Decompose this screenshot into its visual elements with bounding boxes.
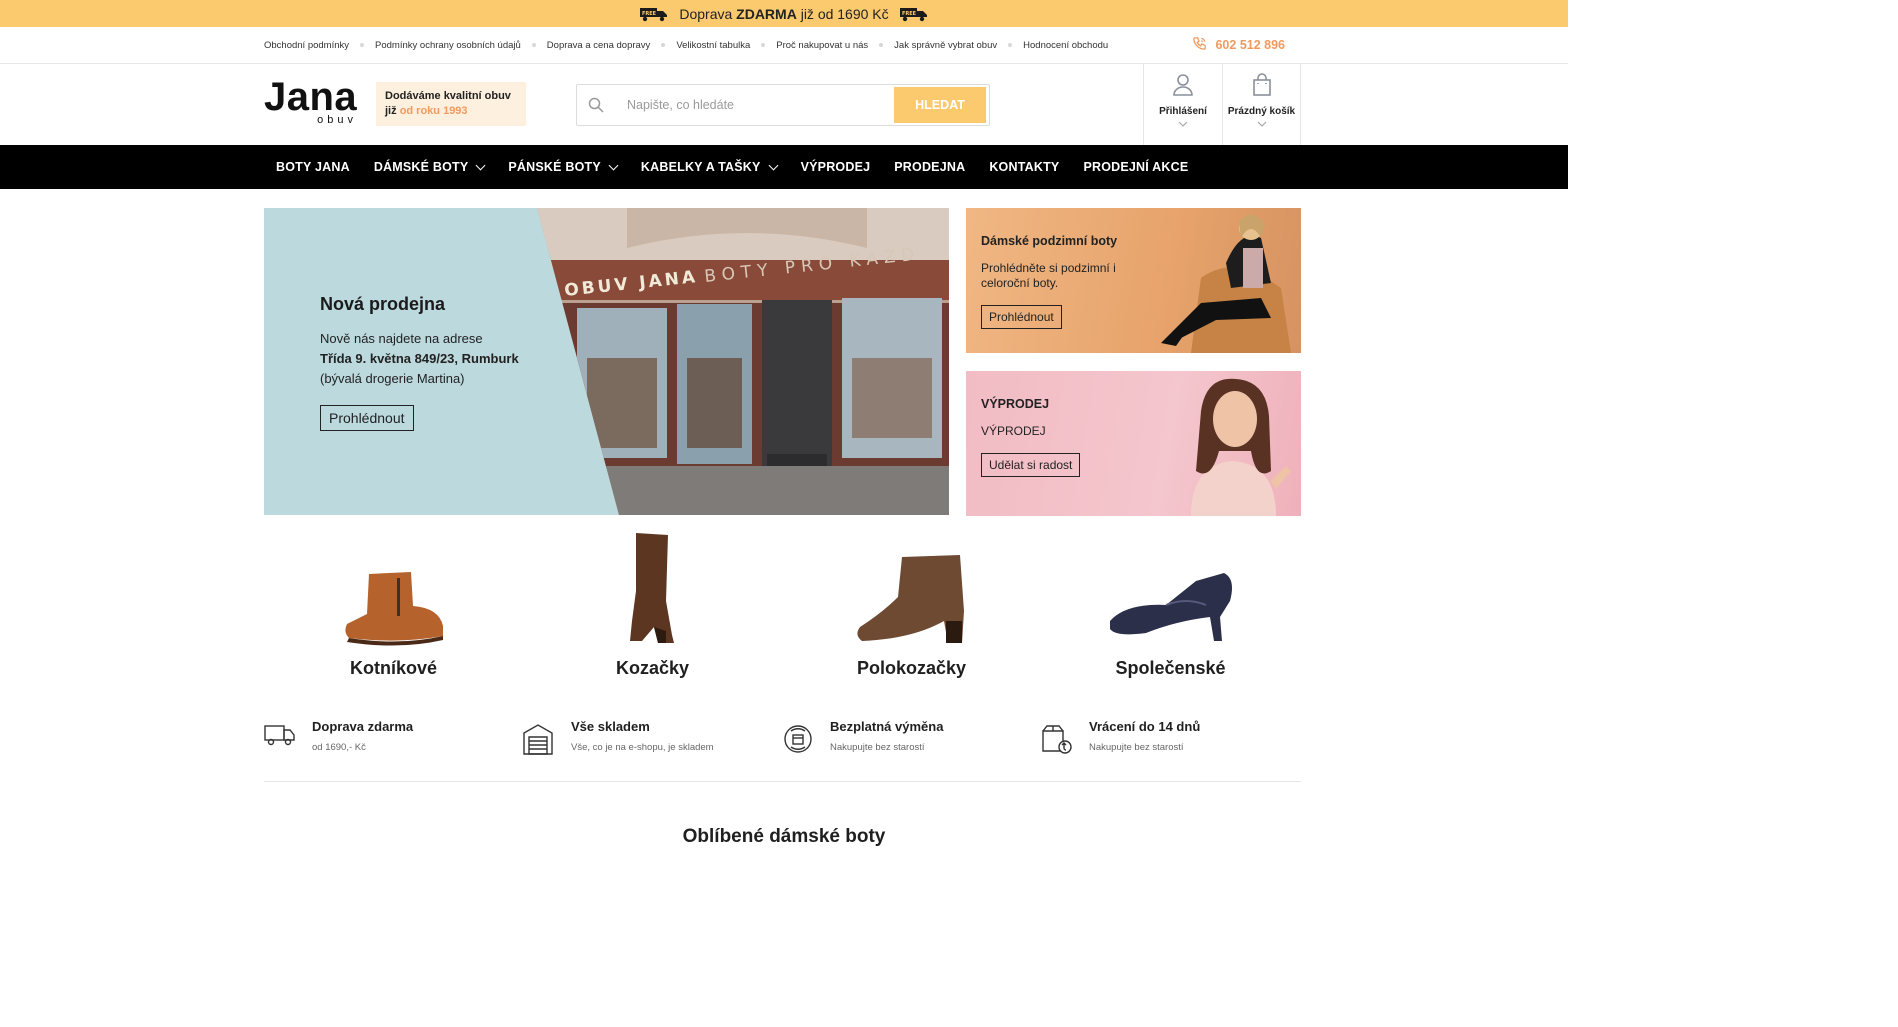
category-name: Kotníkové [349,658,437,678]
nav-item-vyprodej[interactable]: VÝPRODEJ [801,160,871,174]
sale-banner[interactable]: VÝPRODEJ VÝPRODEJ Udělat si radost [966,371,1301,516]
hero-address: Třída 9. května 849/23, Rumburk [320,351,519,366]
search-button[interactable]: HLEDAT [894,87,986,123]
category-name: Společenské [1115,658,1226,678]
chevron-down-icon [768,160,779,170]
hero-view-button[interactable]: Prohlédnout [320,405,414,431]
login-label: Přihlášení [1159,106,1207,117]
nav-item-kabelky[interactable]: KABELKY A TAŠKY [641,160,779,174]
promo-text: Doprava ZDARMA již od 1690 Kč [679,5,889,22]
benefit-desc: Nakupujte bez starostí [830,742,925,753]
phone-number: 602 512 896 [1215,38,1285,52]
hero-text: Nová prodejna Nově nás najdete na adrese… [320,294,519,431]
phone-icon [1192,36,1207,54]
benefit-returns: Vrácení do 14 dnů Nakupujte bez starostí [1041,719,1300,761]
benefit-free-exchange: Bezplatná výměna Nakupujte bez starostí [782,719,1041,761]
shopping-bag-icon [1252,73,1272,100]
chevron-down-icon [1178,119,1188,130]
search-icon [577,97,615,113]
svg-text:FREE: FREE [902,11,917,17]
slogan-line: Dodáváme kvalitní obuv [385,90,511,102]
category-name: Polokozačky [856,658,967,678]
nav-item-prodejni-akce[interactable]: PRODEJNÍ AKCE [1083,160,1188,174]
return-box-icon [1041,719,1089,760]
free-delivery-truck-icon: FREE [899,6,929,22]
truck-icon [264,719,312,752]
utility-link-privacy[interactable]: Podmínky ochrany osobních údajů [349,40,521,51]
category-formal-shoes[interactable]: Společenské [1041,528,1300,679]
side-banner-title: VÝPRODEJ [981,397,1050,411]
section-title: Oblíbené dámské boty [682,826,886,847]
utility-link-reviews[interactable]: Hodnocení obchodu [997,40,1108,51]
chevron-down-icon [1257,119,1267,130]
warehouse-icon [523,719,571,760]
utility-links: Obchodní podmínky Podmínky ochrany osobn… [264,40,1108,51]
exchange-icon [782,719,830,760]
side-banner-title: Dámské podzimní boty [981,234,1118,248]
benefit-desc: Nakupujte bez starostí [1089,742,1184,753]
utility-bar: Obchodní podmínky Podmínky ochrany osobn… [0,27,1568,64]
svg-text:FREE: FREE [642,11,657,17]
cart-button[interactable]: Prázdný košík [1222,64,1301,145]
hero-line: (bývalá drogerie Martina) [320,371,465,386]
search-input[interactable] [615,85,894,125]
benefit-desc: od 1690,- Kč [312,742,366,753]
category-tall-boots[interactable]: Kozačky [523,528,782,679]
side-banner-text: Dámské podzimní boty Prohlédněte si podz… [981,234,1131,329]
side-banner-action-button[interactable]: Udělat si radost [981,453,1081,477]
search-bar: HLEDAT [576,84,990,126]
login-button[interactable]: Přihlášení [1143,64,1222,145]
benefit-title: Bezplatná výměna [830,719,944,734]
side-banner-desc: VÝPRODEJ [981,424,1046,438]
store-front-image: OBUV JANA BOTY PRO KAŽD [537,208,949,515]
user-icon [1172,73,1194,100]
utility-link-how-to-choose[interactable]: Jak správně vybrat obuv [868,40,997,51]
nav-item-kontakty[interactable]: KONTAKTY [989,160,1059,174]
logo[interactable]: Jana obuv [264,75,359,126]
hero-banner[interactable]: OBUV JANA BOTY PRO KAŽD Nová prodejna No… [264,208,949,515]
utility-link-shipping[interactable]: Doprava a cena dopravy [521,40,651,51]
autumn-boots-banner[interactable]: Dámské podzimní boty Prohlédněte si podz… [966,208,1301,353]
formal-shoe-image [1041,528,1300,646]
benefit-in-stock: Vše skladem Vše, co je na e-shopu, je sk… [523,719,782,761]
side-banner-desc: Prohlédněte si podzimní i celoroční boty… [981,261,1116,290]
nav-item-prodejna[interactable]: PRODEJNA [894,160,965,174]
category-name: Kozačky [615,658,690,678]
ankle-boot-image [264,528,523,646]
site-header: Jana obuv Dodáváme kvalitní obuv již od … [0,64,1568,145]
chevron-down-icon [608,160,619,170]
main-nav: BOTY JANA DÁMSKÉ BOTY PÁNSKÉ BOTY KABELK… [0,145,1568,189]
utility-link-terms[interactable]: Obchodní podmínky [264,40,349,51]
slogan-line: již od roku 1993 [385,105,468,117]
cart-label: Prázdný košík [1227,106,1296,117]
hero-line: Nově nás najdete na adrese [320,331,483,346]
side-banner-view-button[interactable]: Prohlédnout [981,305,1062,329]
slogan-badge: Dodáváme kvalitní obuv již od roku 1993 [376,82,526,126]
half-boot-image [782,528,1041,646]
logo-text: Jana [264,75,358,119]
utility-link-why-us[interactable]: Proč nakupovat u nás [750,40,868,51]
benefit-title: Doprava zdarma [312,719,414,734]
model-image [1161,371,1301,516]
benefit-title: Vrácení do 14 dnů [1089,719,1201,734]
nav-item-panske-boty[interactable]: PÁNSKÉ BOTY [508,160,619,174]
benefit-free-shipping: Doprava zdarma od 1690,- Kč [264,719,523,761]
utility-link-size-chart[interactable]: Velikostní tabulka [650,40,750,51]
chevron-down-icon [475,160,486,170]
phone-contact[interactable]: 602 512 896 [1192,36,1285,54]
benefit-title: Vše skladem [571,719,650,734]
tall-boot-image [523,528,782,646]
hero-title: Nová prodejna [320,294,446,314]
promo-bar: FREE Doprava ZDARMA již od 1690 Kč FREE [0,0,1568,27]
side-banner-text: VÝPRODEJ VÝPRODEJ Udělat si radost [981,397,1081,477]
model-image [1131,208,1301,353]
free-delivery-truck-icon: FREE [639,6,669,22]
category-half-boots[interactable]: Polokozačky [782,528,1041,679]
benefits-strip: Doprava zdarma od 1690,- Kč Vše skladem … [264,719,1301,782]
nav-item-boty-jana[interactable]: BOTY JANA [276,160,350,174]
benefit-desc: Vše, co je na e-shopu, je skladem [571,742,714,753]
category-ankle-boots[interactable]: Kotníkové [264,528,523,679]
category-list: Kotníkové Kozačky Polokozačky Společensk… [264,528,1301,679]
nav-item-damske-boty[interactable]: DÁMSKÉ BOTY [374,160,486,174]
